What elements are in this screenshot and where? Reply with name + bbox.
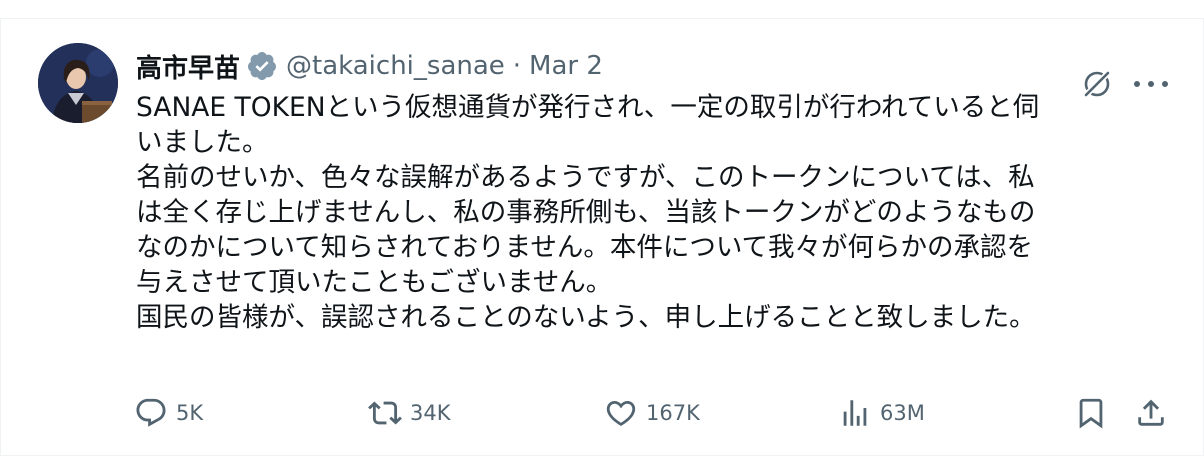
views-count: 63M xyxy=(880,401,925,425)
avatar[interactable] xyxy=(38,43,118,123)
more-dot xyxy=(1148,81,1154,87)
tweet-text-line: 名前のせいか、色々な誤解があるようですが、このトークンについては、私 xyxy=(136,162,1035,193)
reply-count: 5K xyxy=(176,401,204,425)
tweet-text-line: いました。 xyxy=(136,127,269,158)
tweet[interactable]: 高市早苗 @takaichi_sanae · Mar 2 SANAE TOKEN… xyxy=(0,19,1204,455)
bookmark-button[interactable] xyxy=(1074,390,1108,436)
tweet-text: SANAE TOKENという仮想通貨が発行され、一定の取引が行われていると伺 い… xyxy=(136,90,1166,335)
tweet-date[interactable]: Mar 2 xyxy=(529,51,603,81)
more-dot xyxy=(1134,81,1140,87)
tweet-text-line: なのかについて知らされておりません。本件について我々が何らかの承認を xyxy=(136,232,1034,263)
share-icon xyxy=(1134,396,1168,430)
retweet-icon xyxy=(368,396,402,430)
more-dot xyxy=(1162,81,1168,87)
reply-icon xyxy=(134,396,168,430)
verified-badge-icon xyxy=(246,50,278,82)
like-count: 167K xyxy=(646,401,700,425)
reply-button[interactable]: 5K xyxy=(134,390,203,436)
tweet-text-line: SANAE TOKENという仮想通貨が発行され、一定の取引が行われていると伺 xyxy=(136,92,1040,123)
tweet-header: 高市早苗 @takaichi_sanae · Mar 2 xyxy=(136,46,603,86)
tweet-text-line: 与えさせて頂いたこともございません。 xyxy=(136,267,613,298)
tweet-text-line: は全く存じ上げませんし、私の事務所側も、当該トークンがどのようなもの xyxy=(136,197,1036,228)
share-button[interactable] xyxy=(1134,390,1168,436)
tweet-actions: 5K 34K 167K 63M xyxy=(0,390,1204,436)
bottom-border xyxy=(0,455,1204,456)
author-handle[interactable]: @takaichi_sanae xyxy=(286,51,505,81)
tweet-text-line: 国民の皆様が、誤認されることのないよう、申し上げることと致しました。 xyxy=(136,302,1036,333)
bookmark-icon xyxy=(1074,396,1108,430)
views-button[interactable]: 63M xyxy=(838,390,925,436)
retweet-button[interactable]: 34K xyxy=(368,390,451,436)
heart-icon xyxy=(604,396,638,430)
separator-dot: · xyxy=(512,51,522,81)
like-button[interactable]: 167K xyxy=(604,390,700,436)
views-icon xyxy=(838,396,872,430)
author-name[interactable]: 高市早苗 xyxy=(136,48,240,85)
retweet-count: 34K xyxy=(410,401,451,425)
